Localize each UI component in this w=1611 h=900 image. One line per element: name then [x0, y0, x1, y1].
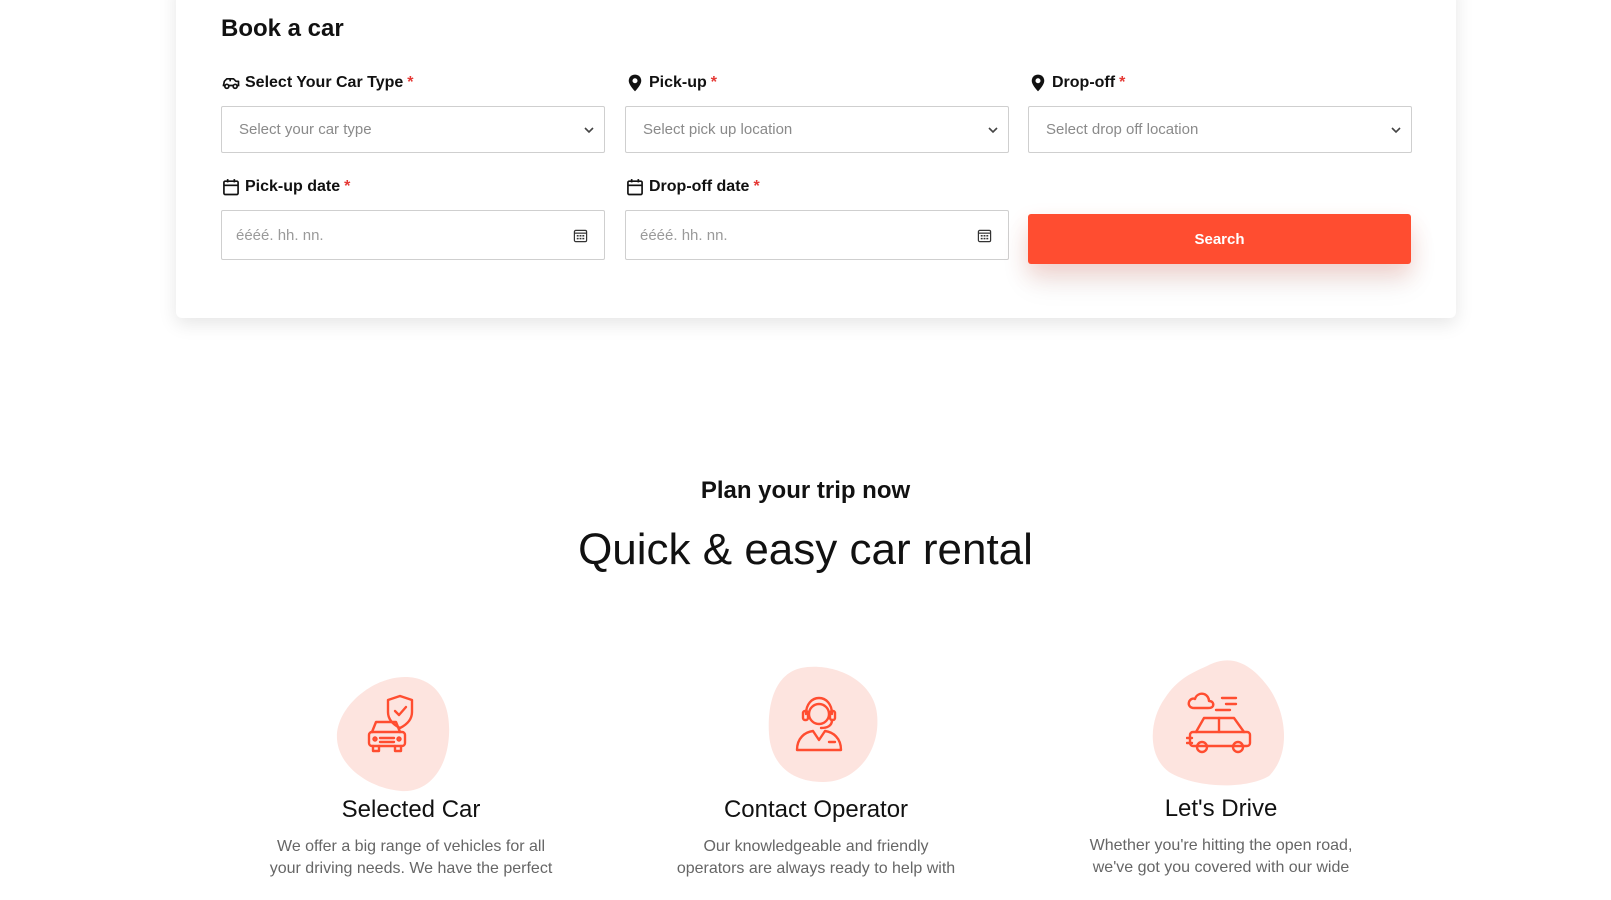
calendar-icon	[223, 179, 239, 196]
operator-headset-icon	[795, 696, 843, 752]
chevron-down-icon	[988, 126, 998, 133]
required-marker: *	[407, 74, 414, 91]
dropoff-date-label: Drop-off date *	[625, 176, 1009, 198]
page: Book a car Select Your Car Type * Select …	[0, 0, 1611, 900]
dropoff-select[interactable]: Select drop off location	[1028, 106, 1412, 153]
driving-car-icon	[1186, 692, 1252, 754]
required-marker: *	[753, 178, 760, 195]
car-type-select-value: Select your car type	[239, 121, 372, 138]
car-icon	[222, 78, 240, 90]
feature-title: Let's Drive	[1164, 795, 1278, 822]
calendar-picker-icon[interactable]	[977, 228, 992, 243]
pickup-date-label: Pick-up date *	[221, 176, 605, 198]
required-marker: *	[1119, 74, 1126, 91]
pickup-date-field: Pick-up date * éééé. hh. nn.	[221, 176, 605, 260]
dropoff-select-value: Select drop off location	[1046, 121, 1199, 138]
feature-text-line2: operators are always ready to help with	[676, 860, 956, 877]
location-pin-icon	[628, 74, 642, 92]
feature-lets-drive: Let's Drive Whether you're hitting the o…	[1051, 660, 1391, 900]
feature-text-line1: Whether you're hitting the open road,	[1089, 837, 1353, 854]
dropoff-date-placeholder: éééé. hh. nn.	[640, 226, 728, 244]
pickup-label: Pick-up *	[625, 72, 1009, 94]
dropoff-date-input[interactable]: éééé. hh. nn.	[625, 210, 1009, 260]
pickup-select[interactable]: Select pick up location	[625, 106, 1009, 153]
car-shield-icon	[367, 694, 414, 753]
pickup-date-label-text: Pick-up date	[245, 178, 341, 195]
calendar-icon	[627, 179, 643, 196]
chevron-down-icon	[584, 126, 594, 133]
dropoff-date-field: Drop-off date * éééé. hh. nn.	[625, 176, 1009, 260]
required-marker: *	[344, 178, 351, 195]
required-marker: *	[710, 74, 718, 91]
pickup-field: Pick-up * Select pick up location	[625, 72, 1009, 153]
car-type-select[interactable]: Select your car type	[221, 106, 605, 153]
pickup-select-value: Select pick up location	[643, 121, 793, 138]
car-type-label-text: Select Your Car Type	[245, 74, 404, 91]
pickup-date-input[interactable]: éééé. hh. nn.	[221, 210, 605, 260]
feature-text-line1: We offer a big range of vehicles for all	[277, 838, 545, 855]
dropoff-label-text: Drop-off	[1052, 74, 1116, 91]
dropoff-field: Drop-off * Select drop off location	[1028, 72, 1412, 153]
feature-selected-car: Selected Car We offer a big range of veh…	[241, 660, 581, 900]
feature-contact-operator: Contact Operator Our knowledgeable and f…	[646, 660, 986, 900]
search-button[interactable]: Search	[1028, 214, 1411, 264]
plan-subtitle: Plan your trip now	[700, 477, 911, 504]
calendar-picker-icon[interactable]	[573, 228, 588, 243]
dropoff-label: Drop-off *	[1028, 72, 1412, 94]
dropoff-date-label-text: Drop-off date	[649, 178, 750, 195]
feature-title: Selected Car	[341, 796, 481, 823]
car-type-label: Select Your Car Type *	[221, 72, 605, 94]
booking-card: Book a car Select Your Car Type * Select …	[176, 0, 1456, 318]
car-type-field: Select Your Car Type * Select your car ty…	[221, 72, 605, 153]
feature-text-line2: we've got you covered with our wide	[1092, 859, 1350, 876]
feature-text-line1: Our knowledgeable and friendly	[703, 838, 929, 855]
pickup-label-text: Pick-up	[649, 74, 707, 91]
chevron-down-icon	[1391, 126, 1401, 133]
location-pin-icon	[1031, 74, 1045, 92]
plan-title: Quick & easy car rental	[578, 525, 1033, 574]
pickup-date-placeholder: éééé. hh. nn.	[236, 226, 324, 244]
feature-text-line2: your driving needs. We have the perfect	[269, 860, 553, 877]
feature-title: Contact Operator	[723, 796, 909, 823]
booking-title: Book a car	[221, 15, 344, 42]
